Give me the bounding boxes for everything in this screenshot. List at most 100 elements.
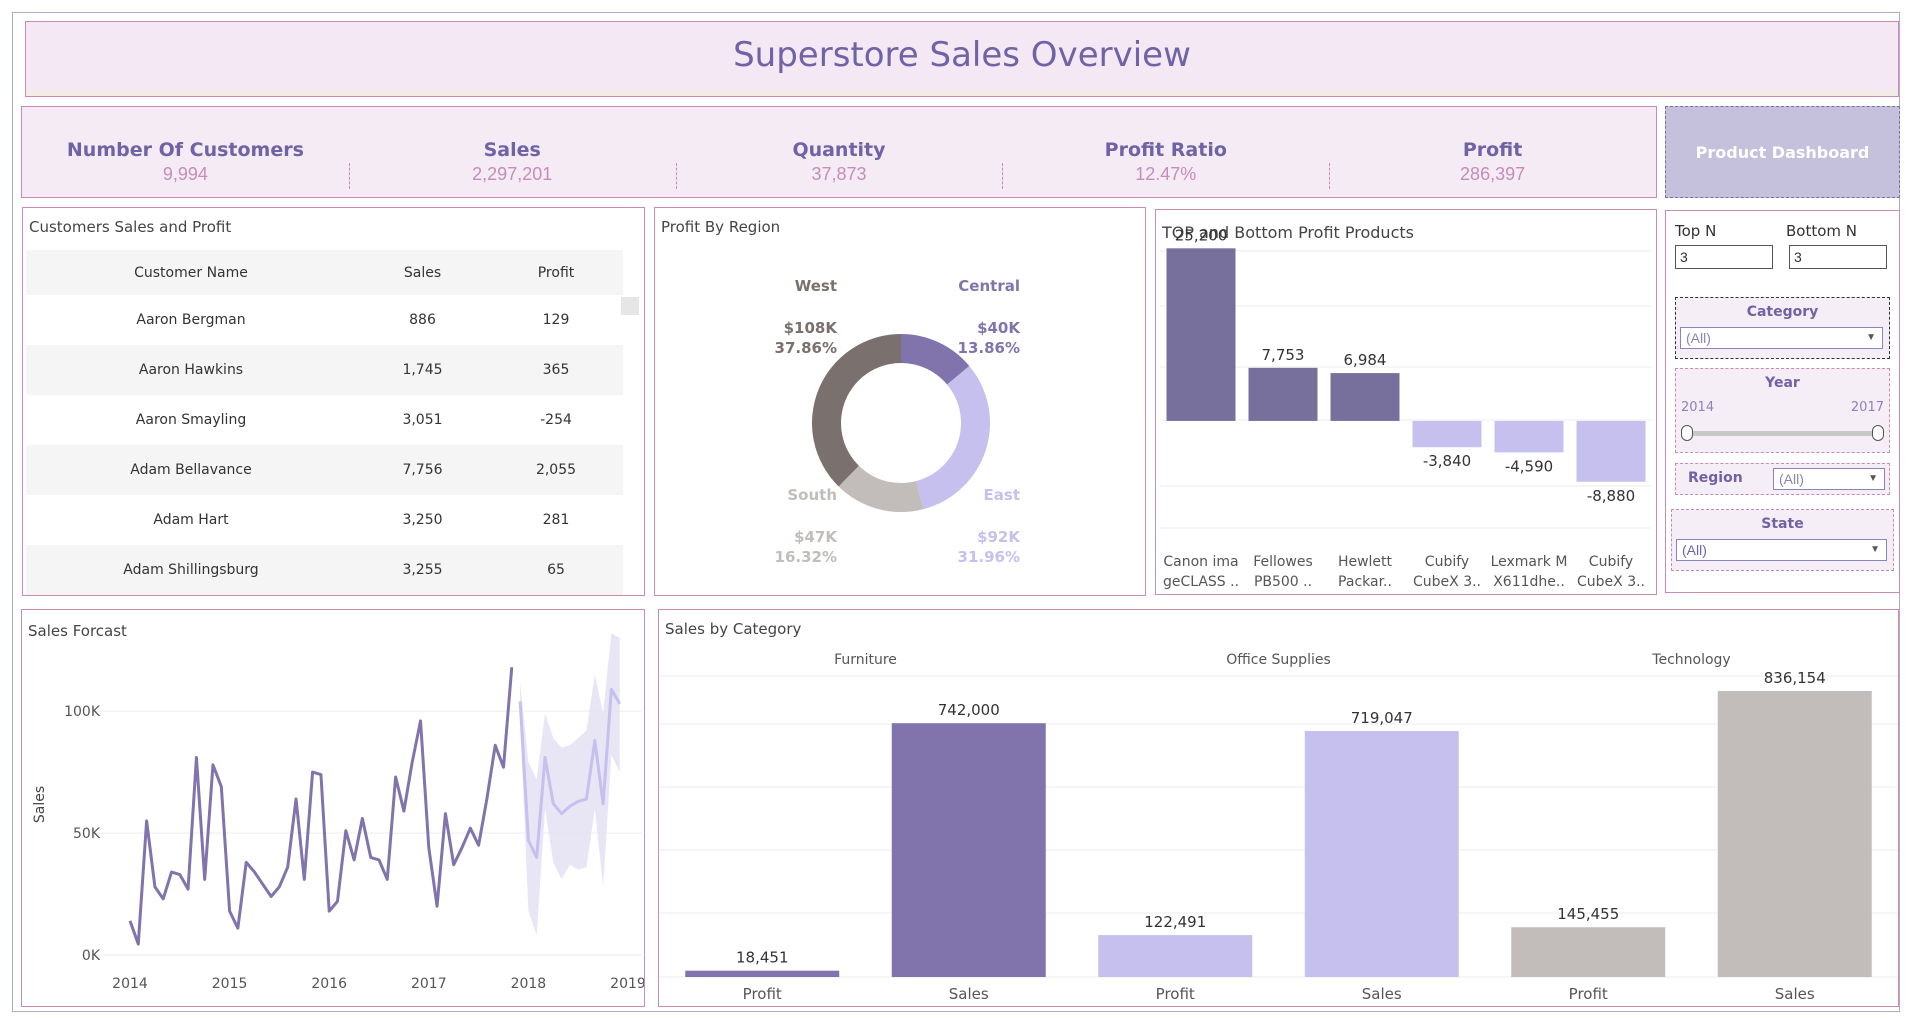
bar bbox=[1098, 935, 1253, 977]
cell-profit: 129 bbox=[489, 295, 623, 345]
region-value-label: $40K bbox=[977, 319, 1021, 337]
bottom-n-label: Bottom N bbox=[1786, 222, 1858, 240]
bar bbox=[685, 970, 840, 977]
dashboard-header: Superstore Sales Overview bbox=[25, 21, 1899, 97]
kpi-value: 12.47% bbox=[1135, 164, 1197, 184]
category-tick-label: PB500 .. bbox=[1254, 574, 1312, 590]
cell-profit: 65 bbox=[489, 545, 623, 595]
kpi-label: Sales bbox=[483, 139, 541, 161]
y-axis-label: Sales bbox=[32, 786, 48, 823]
kpi-value: 37,873 bbox=[811, 164, 867, 184]
bar-value-label: 145,455 bbox=[1557, 905, 1619, 923]
chevron-down-icon: ▼ bbox=[1866, 332, 1876, 343]
bar bbox=[1304, 731, 1459, 977]
category-filter-title: Category bbox=[1746, 304, 1819, 320]
table-row[interactable]: Aaron Hawkins 1,745 365 bbox=[26, 345, 623, 395]
year-slider-handle-start[interactable] bbox=[1681, 425, 1693, 441]
measure-tick-label: Sales bbox=[1362, 985, 1402, 1003]
kpi-label: Number Of Customers bbox=[66, 139, 304, 161]
bar-value-label: 742,000 bbox=[938, 701, 1000, 719]
year-filter: Year 2014 2017 bbox=[1675, 368, 1890, 453]
sales-by-category-chart: Furniture Office Supplies Technology 18,451… bbox=[659, 652, 1898, 1003]
table-row[interactable]: Aaron Bergman 886 129 bbox=[26, 295, 623, 345]
table-row[interactable]: Adam Bellavance 7,756 2,055 bbox=[26, 445, 623, 495]
bar-value-label: -8,880 bbox=[1587, 487, 1635, 505]
top-n-label: Top N bbox=[1675, 222, 1717, 240]
region-label: East bbox=[984, 486, 1020, 504]
category-tick-label: Lexmark M bbox=[1491, 554, 1568, 570]
kpi-sales: Sales 2,297,201 bbox=[348, 107, 676, 197]
cell-customer-name: Aaron Smayling bbox=[26, 395, 356, 445]
category-tick-label: CubeX 3.. bbox=[1413, 574, 1481, 590]
kpi-customers: Number Of Customers 9,994 bbox=[22, 107, 349, 197]
top-n-input[interactable]: 3 bbox=[1675, 245, 1773, 269]
measure-tick-label: Sales bbox=[1775, 985, 1815, 1003]
table-scrollbar-thumb[interactable] bbox=[621, 297, 639, 315]
cell-sales: 3,051 bbox=[356, 395, 489, 445]
chevron-down-icon: ▼ bbox=[1870, 544, 1880, 555]
bar bbox=[1576, 420, 1646, 482]
cell-customer-name: Adam Bellavance bbox=[26, 445, 356, 495]
category-tick-label: Packar.. bbox=[1338, 574, 1392, 590]
bar bbox=[1248, 367, 1318, 421]
bar-value-label: 122,491 bbox=[1144, 913, 1206, 931]
top-bottom-products-panel: TOP and Bottom Profit Products 25,200 Can… bbox=[1155, 209, 1657, 595]
year-slider-handle-end[interactable] bbox=[1872, 425, 1884, 441]
bar-value-label: -3,840 bbox=[1423, 452, 1471, 470]
measure-tick-label: Sales bbox=[949, 985, 989, 1003]
region-value-label: $47K bbox=[794, 528, 838, 546]
bottom-n-input[interactable]: 3 bbox=[1789, 245, 1887, 269]
column-header-profit[interactable]: Profit bbox=[489, 250, 623, 295]
category-dropdown-value: (All) bbox=[1686, 330, 1711, 346]
y-tick-label: 50K bbox=[73, 826, 101, 842]
region-label: South bbox=[787, 486, 837, 504]
year-start-label: 2014 bbox=[1681, 400, 1715, 415]
column-header-sales[interactable]: Sales bbox=[356, 250, 489, 295]
pie-slice-east bbox=[915, 365, 990, 510]
filters-panel: Top N Bottom N 3 3 Category (All) ▼ Year… bbox=[1665, 210, 1900, 593]
table-row[interactable]: Aaron Smayling 3,051 -254 bbox=[26, 395, 623, 445]
x-tick-label: 2015 bbox=[212, 976, 248, 992]
dashboard-title: Superstore Sales Overview bbox=[733, 35, 1191, 75]
region-filter: Region (All) ▼ bbox=[1675, 463, 1890, 495]
sales-forecast-panel: Sales Forcast 0K 50K 100K 2014 2015 2016 2017 2… bbox=[21, 609, 645, 1007]
cell-customer-name: Adam Hart bbox=[26, 495, 356, 545]
column-header-customer-name[interactable]: Customer Name bbox=[26, 250, 356, 295]
category-tick-label: Cubify bbox=[1589, 554, 1633, 570]
category-tick-label: Canon ima bbox=[1163, 554, 1238, 570]
bar-value-label: -4,590 bbox=[1505, 457, 1553, 475]
state-dropdown[interactable]: (All) ▼ bbox=[1676, 539, 1887, 561]
kpi-profit-ratio: Profit Ratio 12.47% bbox=[1002, 107, 1329, 197]
table-row[interactable]: Adam Shillingsburg 3,255 65 bbox=[26, 545, 623, 595]
region-percent-label: 13.86% bbox=[958, 339, 1020, 357]
year-end-label: 2017 bbox=[1850, 400, 1884, 415]
year-slider-track[interactable] bbox=[1688, 431, 1879, 436]
table-row[interactable]: Adam Hart 3,250 281 bbox=[26, 495, 623, 545]
product-dashboard-button[interactable]: Product Dashboard bbox=[1665, 106, 1900, 198]
category-group-label: Technology bbox=[1651, 652, 1730, 668]
bar-value-label: 6,984 bbox=[1344, 351, 1387, 369]
cell-sales: 3,255 bbox=[356, 545, 489, 595]
cell-customer-name: Adam Shillingsburg bbox=[26, 545, 356, 595]
cell-profit: -254 bbox=[489, 395, 623, 445]
x-tick-label: 2017 bbox=[411, 976, 447, 992]
kpi-quantity: Quantity 37,873 bbox=[675, 107, 1003, 197]
bar bbox=[1511, 927, 1666, 977]
kpi-profit: Profit 286,397 bbox=[1329, 107, 1656, 197]
bar bbox=[1412, 420, 1482, 448]
kpi-value: 286,397 bbox=[1460, 164, 1526, 184]
category-group-label: Office Supplies bbox=[1226, 652, 1331, 668]
region-label: Central bbox=[958, 277, 1020, 295]
measure-tick-label: Profit bbox=[1156, 985, 1195, 1003]
category-dropdown[interactable]: (All) ▼ bbox=[1680, 327, 1883, 349]
y-tick-label: 0K bbox=[82, 948, 101, 964]
profit-by-region-chart: Central $40K 13.86% East $92K 31.96% South $47K… bbox=[775, 277, 1022, 566]
customers-table: Customer Name Sales Profit Aaron Bergman… bbox=[26, 250, 623, 595]
category-tick-label: X611dhe.. bbox=[1493, 574, 1565, 590]
kpi-value: 9,994 bbox=[162, 164, 208, 184]
bar bbox=[1717, 690, 1872, 977]
region-label: West bbox=[795, 277, 837, 295]
bar bbox=[1166, 248, 1236, 421]
region-dropdown[interactable]: (All) ▼ bbox=[1773, 468, 1885, 490]
cell-profit: 2,055 bbox=[489, 445, 623, 495]
